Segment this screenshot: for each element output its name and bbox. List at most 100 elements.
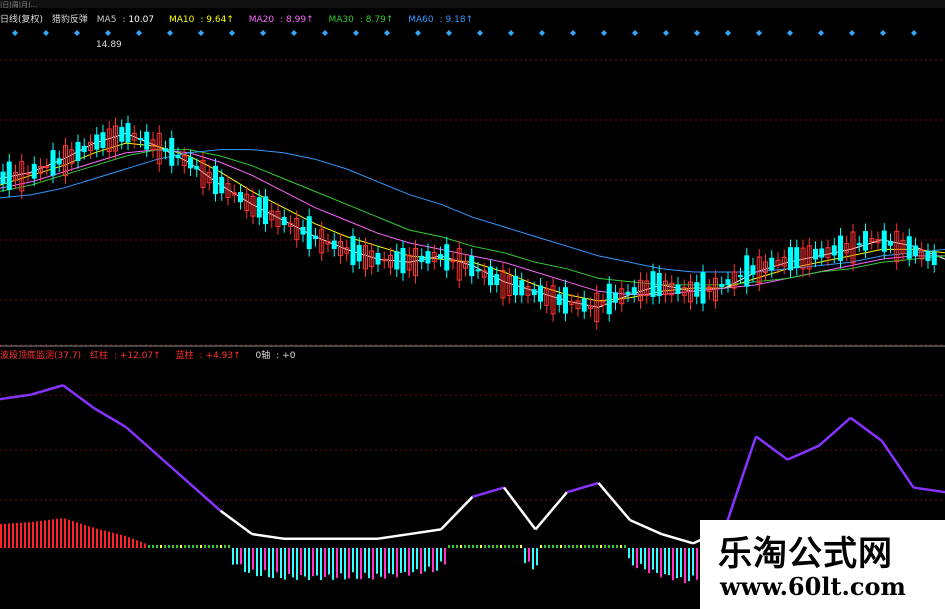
signal-diamond xyxy=(601,30,607,36)
candle-body xyxy=(581,298,587,312)
oscillator-segment xyxy=(849,416,883,443)
signal-diamond xyxy=(229,30,235,36)
candle-body xyxy=(356,244,362,262)
oscillator-segment xyxy=(597,482,631,521)
candle-body xyxy=(325,241,331,245)
candle-body xyxy=(506,275,512,297)
red-bar-label: 红柱: +12.07↑ xyxy=(89,351,161,361)
candle-body xyxy=(263,196,268,225)
histogram-bar xyxy=(404,548,406,572)
histogram-bar xyxy=(476,545,478,548)
candle-body xyxy=(394,251,400,270)
candle-body xyxy=(631,287,637,295)
histogram-bar xyxy=(628,548,630,559)
histogram-bar xyxy=(444,548,446,565)
indicator-name: 猎豹反弹 xyxy=(51,15,88,25)
oscillator-segment xyxy=(440,495,474,531)
histogram-bar xyxy=(156,545,158,548)
histogram-bar xyxy=(516,545,518,548)
histogram-bar xyxy=(36,521,38,548)
oscillator-segment xyxy=(219,509,253,536)
histogram-bar xyxy=(448,545,450,548)
signal-diamond xyxy=(136,30,142,36)
histogram-bar xyxy=(148,545,150,548)
candle-body xyxy=(769,257,775,271)
candle-body xyxy=(88,141,93,152)
candle-body xyxy=(650,271,656,297)
candle-body xyxy=(175,154,181,159)
histogram-bar xyxy=(452,545,454,548)
signal-diamond xyxy=(12,30,18,36)
candle-body xyxy=(19,161,25,192)
candle-body xyxy=(100,132,106,149)
signal-diamond xyxy=(725,30,731,36)
candle-body xyxy=(63,145,68,177)
histogram-bar xyxy=(16,522,18,548)
histogram-bar xyxy=(584,545,586,548)
candle-body xyxy=(844,243,850,254)
candle-body xyxy=(656,272,662,297)
candle-body xyxy=(519,280,525,296)
histogram-bar xyxy=(680,548,682,578)
candle-body xyxy=(644,280,650,297)
histogram-bar xyxy=(288,548,290,575)
histogram-bar xyxy=(364,548,366,573)
candle-body xyxy=(575,300,581,310)
candle-body xyxy=(344,247,350,254)
signal-diamond xyxy=(756,30,762,36)
candle-body xyxy=(738,275,743,278)
oscillator-segment xyxy=(566,481,599,494)
histogram-bar xyxy=(180,545,182,548)
histogram-bar xyxy=(668,548,670,576)
candle-body xyxy=(75,141,81,162)
candle-body xyxy=(313,235,318,240)
histogram-bar xyxy=(352,548,354,573)
histogram-bar xyxy=(200,545,202,548)
histogram-bar xyxy=(112,532,114,548)
candle-body xyxy=(225,183,231,198)
histogram-bar xyxy=(492,545,494,548)
candle-body xyxy=(269,210,275,221)
candle-body xyxy=(444,244,450,271)
period-label: 日线(复权) xyxy=(0,15,44,25)
histogram-bar xyxy=(284,548,286,580)
histogram-bar xyxy=(300,548,302,576)
candle-body xyxy=(156,132,162,165)
candle-body xyxy=(475,269,481,272)
histogram-bar xyxy=(128,537,130,548)
signal-diamond xyxy=(384,30,390,36)
candle-body xyxy=(869,238,875,243)
candle-body xyxy=(13,171,18,181)
histogram-bar xyxy=(512,545,514,548)
candle-body xyxy=(169,137,175,166)
candle-body xyxy=(213,165,218,195)
histogram-bar xyxy=(536,548,538,566)
histogram-bar xyxy=(412,548,414,573)
candle-body xyxy=(838,235,843,261)
histogram-bar xyxy=(316,548,318,576)
toolbar[interactable]: |日|周|月|… xyxy=(0,0,945,8)
histogram-bar xyxy=(232,548,234,565)
signal-diamond xyxy=(787,30,793,36)
histogram-bar xyxy=(132,538,134,548)
candle-body xyxy=(150,139,156,151)
histogram-bar xyxy=(432,548,434,573)
ma60-label: MA60: 9.18↑ xyxy=(408,15,474,25)
lower-title: 波段顶底监测(37.7) xyxy=(0,351,82,361)
cyan-bar-name: 蓝柱 xyxy=(175,351,194,361)
oscillator-segment xyxy=(251,532,284,540)
candle-body xyxy=(925,250,931,262)
histogram-bar xyxy=(560,545,562,548)
candle-body xyxy=(700,272,706,304)
histogram-bar xyxy=(252,548,254,570)
histogram-bar xyxy=(88,526,90,548)
stock-chart: |日|周|月|… 日线(复权) 猎豹反弹 MA5: 10.07 MA10: 9.… xyxy=(0,0,945,609)
candle-body xyxy=(438,254,443,260)
zero-axis-value: +0 xyxy=(282,351,296,361)
signal-diamond xyxy=(570,30,576,36)
ma5-line xyxy=(0,132,945,308)
candle-body xyxy=(688,281,693,303)
histogram-bar xyxy=(520,545,522,548)
histogram-bar xyxy=(500,545,502,548)
candle-body xyxy=(431,252,437,263)
